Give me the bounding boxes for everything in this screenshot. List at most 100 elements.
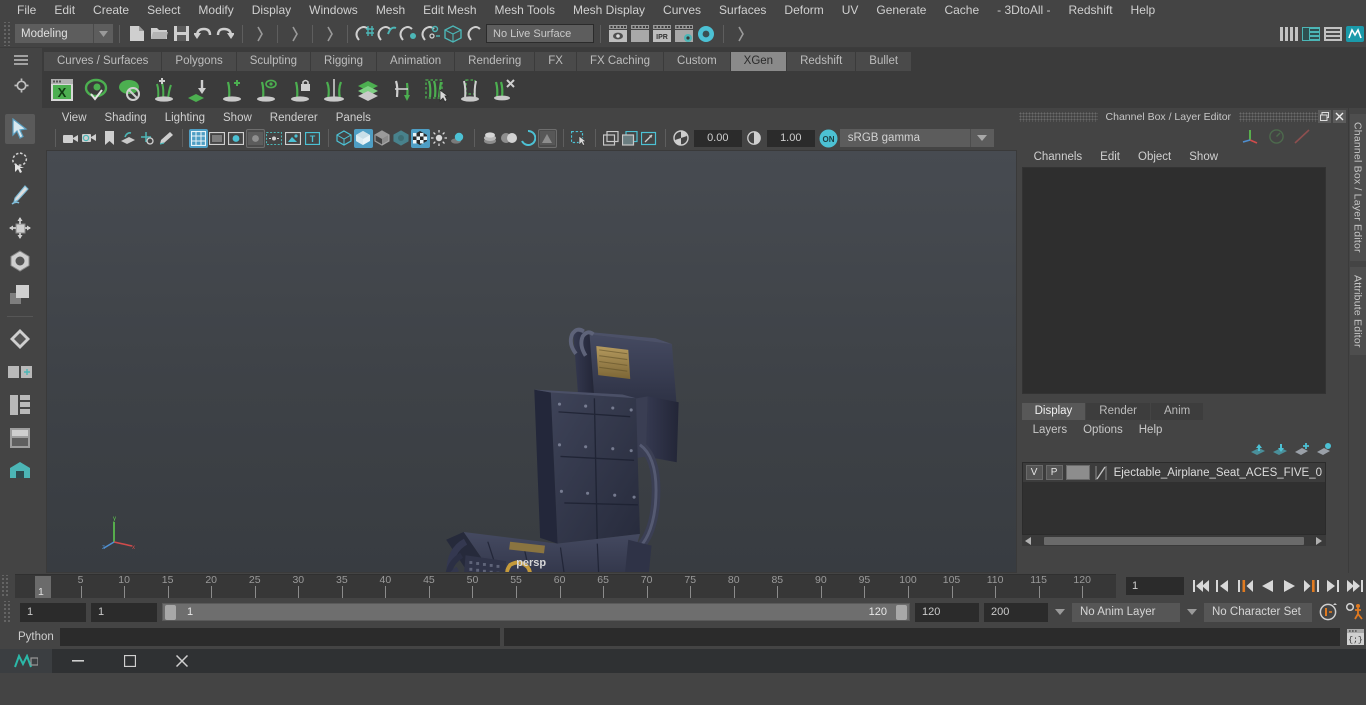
menu-3dtoall[interactable]: - 3DtoAll - (988, 1, 1059, 19)
film-gate-icon[interactable] (208, 129, 227, 148)
titlebar-grip-right[interactable] (1239, 111, 1319, 122)
snap-to-view-plane-icon[interactable] (442, 23, 464, 45)
close-icon[interactable] (156, 649, 208, 673)
bookmark-icon[interactable] (100, 129, 119, 148)
density-map-icon[interactable] (352, 74, 384, 106)
move-layer-up-icon[interactable] (1250, 443, 1266, 457)
new-layer-from-selected-icon[interactable] (1316, 443, 1332, 457)
exposure-control-icon[interactable] (672, 129, 691, 148)
menu-mesh[interactable]: Mesh (367, 1, 414, 19)
menu-create[interactable]: Create (84, 1, 138, 19)
timeslider-grip[interactable] (0, 575, 10, 597)
color-management-selector[interactable]: sRGB gamma (839, 129, 970, 147)
move-guide-icon[interactable] (386, 74, 418, 106)
rangeslider-grip[interactable] (2, 601, 12, 623)
mirror-guide-icon[interactable] (318, 74, 350, 106)
layer-tab-anim[interactable]: Anim (1151, 403, 1204, 420)
shelf-tab-curves-surfaces[interactable]: Curves / Surfaces (44, 52, 163, 71)
auto-keyframe-icon[interactable] (1317, 602, 1339, 622)
time-slider[interactable]: 1 5 10 15 20 25 30 35 40 45 50 55 60 65 70 75 80 85 90 95 1… (15, 574, 1116, 598)
color-management-chevron-down-icon[interactable] (969, 129, 994, 147)
step-forward-frame-icon[interactable] (1322, 576, 1344, 596)
exposure-icon[interactable] (284, 129, 303, 148)
preview-hidden-icon[interactable] (114, 74, 146, 106)
layer-list[interactable]: V P Ejectable_Airplane_Seat_ACES_FIVE_0 (1021, 462, 1326, 535)
2d-pan-zoom-icon[interactable] (138, 129, 157, 148)
maya-help-logo-icon[interactable] (1344, 23, 1366, 45)
undo-icon[interactable] (192, 23, 214, 45)
lighting-icon[interactable] (430, 129, 449, 148)
snap-to-point-icon[interactable] (398, 23, 420, 45)
layer-playback-toggle[interactable]: P (1045, 465, 1063, 480)
select-by-object-icon[interactable] (284, 23, 306, 45)
depth-of-field-icon[interactable] (537, 128, 557, 148)
titlebar-grip-left[interactable] (1018, 111, 1098, 122)
menu-cache[interactable]: Cache (935, 1, 988, 19)
menu-select[interactable]: Select (138, 1, 189, 19)
viewport-menu-shading[interactable]: Shading (96, 111, 156, 125)
menu-deform[interactable]: Deform (775, 1, 832, 19)
delete-guide-icon[interactable] (488, 74, 520, 106)
layer-menu-help[interactable]: Help (1131, 423, 1171, 437)
shelf-tab-custom[interactable]: Custom (664, 52, 731, 71)
motion-blur-icon[interactable] (500, 129, 519, 148)
step-forward-key-icon[interactable] (1300, 576, 1322, 596)
xray-active-components-icon[interactable] (640, 129, 659, 148)
shelf-tab-rigging[interactable]: Rigging (311, 52, 378, 71)
anim-layer-selector[interactable]: No Anim Layer (1072, 602, 1180, 622)
new-layer-icon[interactable] (1294, 443, 1310, 457)
command-output-field[interactable] (504, 628, 1340, 646)
anim-start-field[interactable]: 1 (20, 602, 86, 622)
play-forwards-icon[interactable] (1278, 576, 1300, 596)
grease-pencil-icon[interactable] (157, 129, 176, 148)
attribute-editor-panel-icon[interactable] (1300, 23, 1322, 45)
menu-generate[interactable]: Generate (867, 1, 935, 19)
close-icon[interactable] (1333, 110, 1347, 123)
character-set-selector[interactable]: No Character Set (1204, 602, 1312, 622)
menu-modify[interactable]: Modify (189, 1, 242, 19)
minimize-icon[interactable] (52, 649, 104, 673)
wireframe-icon[interactable] (335, 129, 354, 148)
shadows-icon[interactable] (449, 129, 468, 148)
select-by-component-icon[interactable] (319, 23, 341, 45)
layer-name[interactable]: Ejectable_Airplane_Seat_ACES_FIVE_0 (1114, 467, 1322, 479)
step-back-frame-icon[interactable] (1212, 576, 1234, 596)
layer-list-scrollbar[interactable] (1021, 535, 1326, 546)
command-language-label[interactable]: Python (4, 631, 56, 643)
move-layer-down-icon[interactable] (1272, 443, 1288, 457)
add-guide-icon[interactable] (216, 74, 248, 106)
multisample-icon[interactable] (519, 129, 538, 148)
live-surface-field[interactable]: No Live Surface (486, 24, 594, 43)
menu-mesh-display[interactable]: Mesh Display (564, 1, 654, 19)
maximize-icon[interactable] (104, 649, 156, 673)
shelf-tab-xgen[interactable]: XGen (730, 52, 788, 71)
hypershade-icon[interactable] (695, 23, 717, 45)
current-frame-field[interactable]: 1 (1126, 577, 1184, 595)
select-by-hierarchy-icon[interactable] (249, 23, 271, 45)
select-camera-icon[interactable] (62, 129, 81, 148)
status-expand-icon[interactable] (730, 23, 752, 45)
restore-icon[interactable] (1318, 110, 1332, 123)
axis-gizmo-icon[interactable] (1242, 128, 1259, 144)
shelf-tab-sculpting[interactable]: Sculpting (236, 52, 312, 71)
animation-preferences-icon[interactable] (1344, 602, 1366, 622)
scale-tool[interactable] (5, 279, 35, 309)
smooth-shade-icon[interactable] (353, 128, 373, 148)
shelf-menu-icon[interactable] (13, 54, 29, 66)
viewport-menu-view[interactable]: View (53, 111, 96, 125)
viewport-menu-panels[interactable]: Panels (327, 111, 380, 125)
menu-display[interactable]: Display (243, 1, 300, 19)
textured-icon[interactable] (392, 129, 411, 148)
menu-curves[interactable]: Curves (654, 1, 710, 19)
clump-region-icon[interactable] (454, 74, 486, 106)
go-to-end-icon[interactable] (1344, 576, 1366, 596)
layer-tab-display[interactable]: Display (1021, 403, 1086, 420)
gamma-value-field[interactable]: 1.00 (766, 129, 815, 147)
layer-menu-layers[interactable]: Layers (1025, 423, 1076, 437)
channelbox-menu-channels[interactable]: Channels (1025, 150, 1092, 164)
layer-color-swatch[interactable] (1065, 465, 1090, 480)
range-start-handle[interactable] (165, 604, 176, 620)
menu-set-chevron-down-icon[interactable] (93, 24, 113, 43)
menu-surfaces[interactable]: Surfaces (710, 1, 775, 19)
snap-to-grid-icon[interactable] (354, 23, 376, 45)
